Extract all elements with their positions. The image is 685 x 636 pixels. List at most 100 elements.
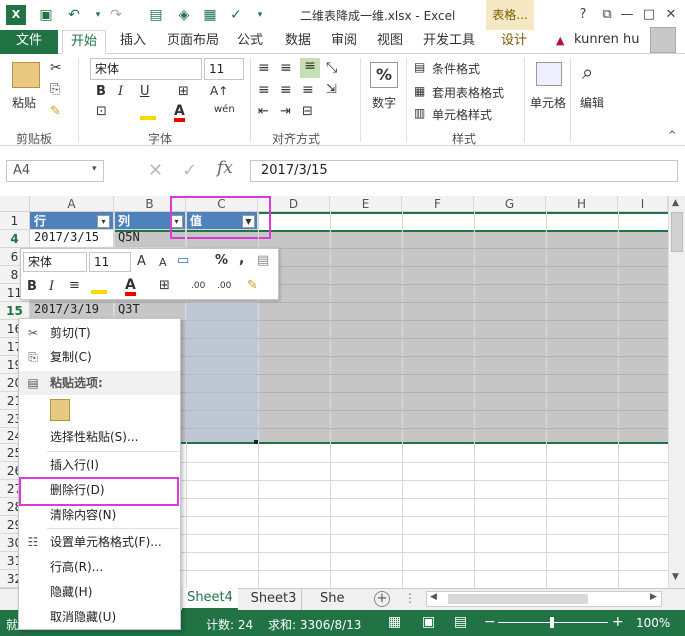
sheet-nav-more-icon[interactable]: ⋮ bbox=[404, 591, 416, 605]
format-painter-icon[interactable]: ✎ bbox=[50, 104, 61, 119]
menu-item-cut[interactable]: ✂ 剪切(T) bbox=[19, 321, 180, 345]
zoom-out-icon[interactable]: − bbox=[484, 614, 496, 630]
cell-b4[interactable]: Q5N bbox=[114, 230, 186, 248]
number-format-button[interactable]: 数字 bbox=[372, 94, 396, 111]
scroll-thumb[interactable] bbox=[671, 212, 683, 252]
insert-function-button[interactable]: fx bbox=[217, 158, 233, 178]
column-header-a[interactable]: A bbox=[30, 196, 114, 212]
conditional-format-icon[interactable]: ▤ bbox=[414, 60, 425, 74]
mini-font-size-select[interactable]: 11 bbox=[89, 252, 131, 272]
cells-icon[interactable] bbox=[536, 62, 562, 86]
align-bottom-icon[interactable]: ≡ bbox=[300, 58, 320, 78]
minimize-button[interactable]: — bbox=[616, 4, 638, 26]
maximize-button[interactable]: □ bbox=[638, 4, 660, 26]
scroll-left-icon[interactable]: ◀ bbox=[430, 592, 437, 602]
formula-input[interactable]: 2017/3/15 bbox=[250, 160, 678, 182]
mini-percent-button[interactable]: % bbox=[215, 253, 228, 268]
enter-icon[interactable]: ✓ bbox=[182, 160, 197, 181]
tab-view[interactable]: 视图 bbox=[372, 30, 408, 54]
table-resize-handle[interactable] bbox=[254, 440, 258, 444]
column-header-i[interactable]: I bbox=[618, 196, 668, 212]
align-left-icon[interactable]: ≡ bbox=[258, 82, 270, 98]
redo-icon[interactable]: ↷ bbox=[106, 5, 126, 25]
menu-item-hide[interactable]: 隐藏(H) bbox=[19, 580, 180, 604]
align-top-icon[interactable]: ≡ bbox=[258, 60, 270, 76]
vertical-scrollbar[interactable]: ▲ ▼ bbox=[668, 196, 685, 588]
undo-icon[interactable]: ↶ bbox=[64, 5, 84, 25]
cell-styles-button[interactable]: 单元格样式 bbox=[432, 106, 492, 123]
form-icon[interactable]: ▤ bbox=[146, 5, 166, 25]
align-right-icon[interactable]: ≡ bbox=[302, 82, 314, 98]
font-color-icon[interactable]: A bbox=[174, 104, 185, 122]
paste-icon[interactable] bbox=[50, 399, 70, 421]
editing-button[interactable]: 编辑 bbox=[580, 94, 604, 111]
tab-page-layout[interactable]: 页面布局 bbox=[162, 30, 224, 54]
filter-dropdown-icon[interactable]: ▾ bbox=[97, 215, 110, 228]
normal-view-icon[interactable]: ▦ bbox=[388, 614, 401, 630]
qat-customize-icon[interactable]: ▾ bbox=[250, 5, 270, 25]
mini-center-icon[interactable]: ≡ bbox=[69, 278, 80, 293]
borders-icon[interactable]: ⊡ bbox=[96, 104, 107, 119]
fill-color-icon[interactable] bbox=[140, 104, 156, 120]
column-header-e[interactable]: E bbox=[330, 196, 402, 212]
border-icon[interactable]: ⊞ bbox=[178, 84, 189, 99]
ribbon-display-button[interactable]: ⧉ bbox=[596, 4, 618, 26]
tab-review[interactable]: 审阅 bbox=[326, 30, 362, 54]
cell-a4[interactable]: 2017/3/15 bbox=[30, 230, 114, 248]
tab-file[interactable]: 文件 bbox=[0, 30, 58, 54]
decrease-indent-icon[interactable]: ⇤ bbox=[258, 104, 269, 119]
page-layout-view-icon[interactable]: ▣ bbox=[422, 614, 435, 630]
scroll-right-icon[interactable]: ▶ bbox=[650, 592, 657, 602]
scroll-down-icon[interactable]: ▼ bbox=[672, 572, 679, 582]
menu-item-clear-contents[interactable]: 清除内容(N) bbox=[19, 503, 180, 527]
mini-grow-font-button[interactable]: A bbox=[137, 254, 146, 269]
cut-icon[interactable]: ✂ bbox=[50, 60, 62, 76]
page-break-view-icon[interactable]: ▤ bbox=[454, 614, 467, 630]
close-button[interactable]: ✕ bbox=[660, 4, 682, 26]
underline-button[interactable]: U bbox=[140, 84, 150, 99]
column-header-h[interactable]: H bbox=[546, 196, 618, 212]
zoom-slider-thumb[interactable] bbox=[550, 617, 554, 628]
tab-table-tools-context[interactable]: 表格... bbox=[486, 0, 534, 30]
row-header-4[interactable]: 4 bbox=[0, 230, 30, 248]
cancel-icon[interactable]: ✕ bbox=[148, 160, 163, 181]
camera-icon[interactable]: ◈ bbox=[174, 5, 194, 25]
tab-sheet4[interactable]: Sheet4 bbox=[182, 588, 238, 610]
menu-item-copy[interactable]: ⎘ 复制(C) bbox=[19, 345, 180, 369]
paste-icon[interactable] bbox=[12, 62, 40, 88]
help-button[interactable]: ? bbox=[572, 4, 594, 26]
row-header-1[interactable]: 1 bbox=[0, 212, 30, 230]
menu-item-format-cells[interactable]: ☷ 设置单元格格式(F)... bbox=[19, 530, 180, 554]
format-as-table-icon[interactable]: ▦ bbox=[414, 84, 425, 98]
tab-sheet-partial[interactable]: She bbox=[314, 589, 354, 610]
mini-italic-button[interactable]: I bbox=[49, 279, 54, 294]
column-header-f[interactable]: F bbox=[402, 196, 474, 212]
align-center-icon[interactable]: ≡ bbox=[280, 82, 292, 98]
binoculars-icon[interactable]: ⌕ bbox=[582, 60, 593, 84]
font-name-select[interactable]: 宋体 bbox=[90, 58, 202, 80]
font-size-select[interactable]: 11 bbox=[204, 58, 244, 80]
mini-font-name-select[interactable]: 宋体 bbox=[23, 252, 87, 272]
cells-button[interactable]: 单元格 bbox=[530, 94, 566, 111]
tab-developer[interactable]: 开发工具 bbox=[418, 30, 480, 54]
undo-dropdown-icon[interactable]: ▾ bbox=[88, 5, 108, 25]
copy-icon[interactable]: ⎘ bbox=[50, 82, 60, 97]
zoom-level[interactable]: 100% bbox=[636, 616, 670, 630]
mini-increase-decimal-button[interactable]: .00 bbox=[191, 281, 205, 291]
collapse-ribbon-icon[interactable]: ^ bbox=[668, 130, 676, 141]
bold-button[interactable]: B bbox=[96, 84, 106, 99]
format-as-table-button[interactable]: 套用表格格式 bbox=[432, 84, 504, 101]
mini-format-painter-icon[interactable]: ✎ bbox=[247, 278, 258, 293]
save-icon[interactable]: ▣ bbox=[36, 5, 56, 25]
mini-comma-button[interactable]: , bbox=[239, 251, 244, 267]
spelling-icon[interactable]: ✓ bbox=[226, 5, 246, 25]
tab-design[interactable]: 设计 bbox=[492, 30, 536, 54]
avatar[interactable] bbox=[650, 27, 676, 53]
align-middle-icon[interactable]: ≡ bbox=[280, 60, 292, 76]
menu-item-paste-special[interactable]: 选择性粘贴(S)... bbox=[19, 425, 180, 449]
conditional-format-button[interactable]: 条件格式 bbox=[432, 60, 480, 77]
menu-item-row-height[interactable]: 行高(R)... bbox=[19, 555, 180, 579]
tab-sheet3[interactable]: Sheet3 bbox=[246, 589, 302, 610]
print-preview-icon[interactable]: ▦ bbox=[200, 5, 220, 25]
tab-data[interactable]: 数据 bbox=[280, 30, 316, 54]
